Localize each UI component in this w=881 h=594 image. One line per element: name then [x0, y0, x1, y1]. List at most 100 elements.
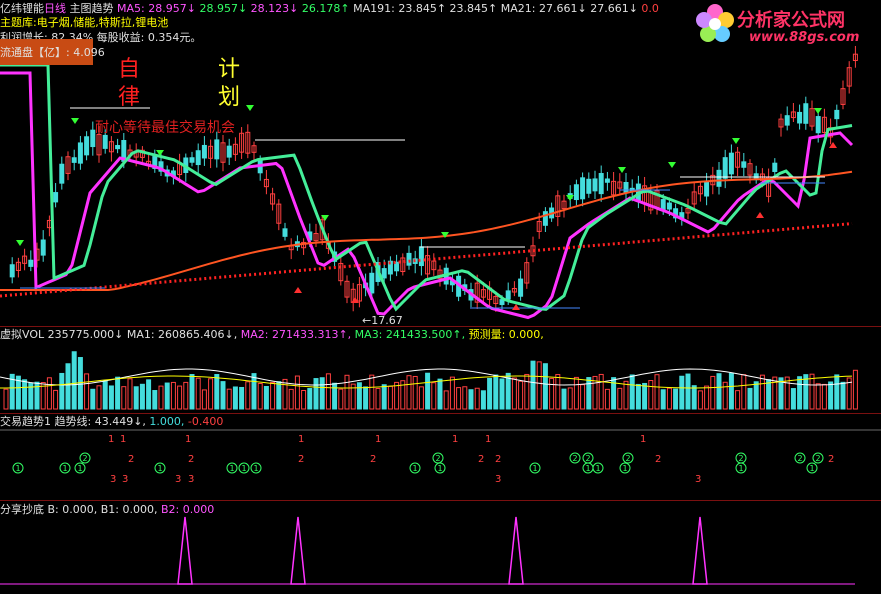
- volume-bar: [666, 387, 672, 410]
- trend-number: 3: [188, 474, 194, 485]
- overlay-left-char-2: 律: [118, 85, 141, 110]
- candle-body: [666, 202, 672, 210]
- volume-bar: [511, 377, 517, 410]
- candle-body: [40, 239, 46, 256]
- ma5-value-4: 26.178↑: [301, 2, 350, 15]
- volume-bar: [195, 377, 201, 410]
- volume-bar: [530, 360, 536, 410]
- volume-bar: [704, 385, 710, 410]
- trend-number: 1: [108, 434, 114, 445]
- trend-v1: 1.000,: [149, 415, 185, 428]
- candle-body: [28, 259, 34, 267]
- trend-circle-number: 1: [596, 464, 601, 473]
- candle-body: [573, 184, 579, 201]
- trend-number: 2: [495, 454, 501, 465]
- volume-bar: [431, 382, 437, 410]
- volume-bar: [96, 385, 102, 410]
- candle-body: [728, 152, 734, 175]
- volume-bar: [604, 388, 610, 410]
- volume-bar: [840, 381, 846, 410]
- volume-bar: [276, 381, 282, 410]
- trend-number: 2: [370, 454, 376, 465]
- theme-line: 主题库:电子烟,储能,特斯拉,锂电池: [0, 16, 169, 29]
- trend-circle-number: 2: [626, 454, 631, 463]
- vol-ma1: MA1: 260865.406↓,: [126, 328, 238, 341]
- ma5-value-1: 28.957↓: [148, 2, 196, 15]
- period-label[interactable]: 日线: [44, 2, 66, 15]
- trend-circle-number: 1: [78, 464, 83, 473]
- trend-number: 1: [120, 434, 126, 445]
- volume-bar: [133, 386, 139, 410]
- indicator-name: 主图趋势: [69, 2, 114, 15]
- volume-bar: [232, 386, 238, 410]
- volume-bar: [437, 378, 443, 410]
- volume-bar: [108, 385, 114, 410]
- trend-pane: 1111111122222222333333111211111211221121…: [0, 414, 881, 500]
- volume-bar: [493, 374, 499, 410]
- volume-bar: [313, 378, 319, 410]
- volume-bar: [22, 379, 28, 410]
- volume-bar: [443, 390, 449, 410]
- volume-bar: [65, 363, 71, 410]
- volume-bar: [418, 386, 424, 410]
- volume-bar: [642, 382, 648, 410]
- volume-bar: [654, 374, 660, 410]
- volume-pane: 虚拟VOL 235775.000↓ MA1: 260865.406↓, MA2:…: [0, 327, 881, 413]
- trend-circle-number: 1: [230, 464, 235, 473]
- stock-name[interactable]: 亿纬锂能: [0, 2, 44, 15]
- trend-circle-number: 1: [16, 464, 21, 473]
- candle-body: [518, 278, 524, 297]
- candle-body: [282, 228, 288, 237]
- candle-body: [77, 142, 83, 164]
- volume-bar: [375, 387, 381, 410]
- candle-body: [598, 173, 604, 195]
- header-line: 亿纬锂能日线 主图趋势 MA5: 28.957↓ 28.957↓ 28.123↓…: [0, 2, 659, 15]
- volume-bar: [387, 385, 393, 410]
- volume-bar: [170, 381, 176, 410]
- candle-body: [226, 145, 232, 158]
- volume-bar: [127, 378, 133, 410]
- volume-bar: [456, 387, 462, 410]
- logo-url[interactable]: www.88gs.com: [749, 30, 859, 45]
- volume-bar: [102, 380, 108, 410]
- volume-bar: [226, 388, 232, 410]
- volume-bar: [363, 386, 369, 410]
- volume-bar: [536, 361, 542, 410]
- volume-bar: [487, 377, 493, 410]
- volume-bar: [555, 374, 561, 410]
- volume-bar: [301, 389, 307, 410]
- volume-bar: [319, 377, 325, 410]
- volume-bar: [425, 372, 431, 410]
- candle-body: [716, 169, 722, 187]
- bottom-pane: 分享抄底 B: 0.000, B1: 0.000, B2: 0.000: [0, 501, 881, 594]
- volume-bar: [803, 374, 809, 410]
- volume-bar: [753, 381, 759, 410]
- trend-number: 2: [478, 454, 484, 465]
- volume-bar: [294, 375, 300, 410]
- float-line: 流通盘【亿】: 4.096: [0, 46, 105, 59]
- ma5-value-3: 28.123↓: [250, 2, 299, 15]
- volume-bar: [480, 390, 486, 410]
- volume-bar: [852, 369, 858, 410]
- volume-bar: [679, 375, 685, 410]
- vol-ma2: MA2: 271433.313↑,: [240, 328, 352, 341]
- volume-bar: [518, 380, 524, 410]
- trend-circle-number: 1: [413, 464, 418, 473]
- candle-body: [592, 178, 598, 192]
- sell-arrow-icon: [668, 162, 676, 168]
- buy-arrow-icon: [294, 287, 302, 293]
- ma191-value-1: 23.845↑: [398, 2, 447, 15]
- candle-body: [505, 290, 511, 300]
- candle-body: [604, 178, 610, 183]
- bottom-header: 分享抄底 B: 0.000, B1: 0.000, B2: 0.000: [0, 503, 214, 516]
- volume-value: 235775.000↓: [47, 328, 124, 341]
- volume-bar: [629, 374, 635, 410]
- candle-body: [201, 144, 207, 159]
- candle-body: [406, 252, 412, 266]
- volume-title: 虚拟VOL: [0, 328, 45, 341]
- volume-bar: [71, 351, 77, 410]
- volume-bar: [53, 389, 59, 410]
- sell-arrow-icon: [246, 105, 254, 111]
- bottom-title: 分享抄底: [0, 503, 44, 516]
- volume-bar: [524, 373, 530, 410]
